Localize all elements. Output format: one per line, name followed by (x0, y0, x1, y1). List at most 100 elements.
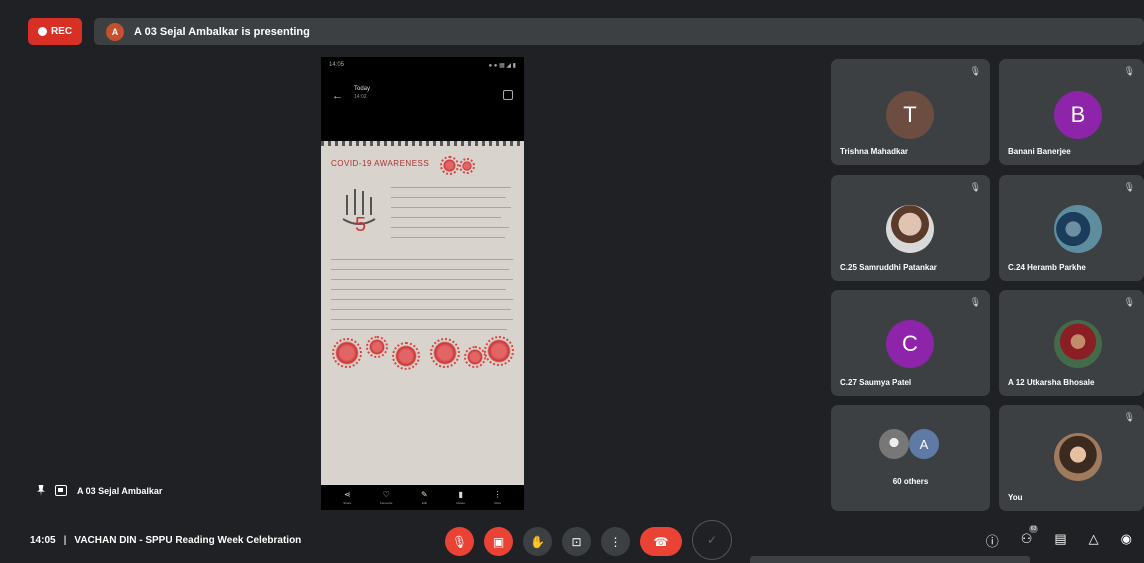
mic-off-icon: 🎙 (969, 66, 981, 76)
hand-icon: ✋ (530, 534, 545, 549)
presenting-banner: A A 03 Sejal Ambalkar is presenting (94, 18, 1144, 45)
top-bar: REC A A 03 Sejal Ambalkar is presenting (22, 16, 1144, 48)
meet-window: REC A A 03 Sejal Ambalkar is presenting … (0, 0, 1144, 563)
text-line (331, 259, 513, 260)
participant-tile-heramb[interactable]: 🎙 C.24 Heramb Parkhe (999, 175, 1144, 281)
participant-tile-you[interactable]: 🎙 You (999, 405, 1144, 511)
info-icon[interactable]: ⓘ (986, 531, 999, 550)
phone-share-action: ⋖ Share (343, 490, 352, 505)
present-icon (55, 485, 67, 496)
presenting-text: A 03 Sejal Ambalkar is presenting (134, 25, 310, 38)
avatar: B (1054, 91, 1102, 139)
phone-header: ← Today 14:02 (321, 82, 524, 112)
virus-drawing (366, 336, 388, 358)
text-line (331, 299, 513, 300)
presenter-name: A 03 Sejal Ambalkar (77, 485, 163, 496)
others-count: 60 others (892, 477, 929, 486)
host-controls-icon[interactable]: ◉ (1121, 531, 1132, 550)
phone-hangup-icon: ☎ (653, 534, 669, 549)
mic-toggle-button[interactable]: 🎙 (445, 527, 474, 556)
raise-hand-button[interactable]: ✋ (523, 527, 552, 556)
check-overlay-button[interactable]: ✓ (692, 520, 732, 560)
phone-favourite-action: ♡ Favourite (379, 490, 393, 505)
meeting-info: 14:05 | VACHAN DIN - SPPU Reading Week C… (30, 535, 301, 546)
mic-off-icon: 🎙 (969, 182, 981, 192)
virus-drawing (459, 158, 475, 174)
text-line (331, 319, 513, 320)
more-vert-icon: ⋮ (493, 490, 502, 499)
phone-action-bar: ⋖ Share ♡ Favourite ✎ Edit ▮ Delete ⋮ More (321, 485, 524, 510)
virus-drawing (392, 342, 420, 370)
participant-tile-utkarsha[interactable]: 🎙 A 12 Utkarsha Bhosale (999, 290, 1144, 396)
participant-name: C.27 Saumya Patel (840, 378, 912, 387)
recording-indicator: REC (28, 18, 82, 45)
text-line (331, 309, 511, 310)
participant-tile-trishna[interactable]: 🎙 T Trishna Mahadkar (831, 59, 990, 165)
mic-off-icon: 🎙 (451, 534, 468, 549)
avatar: C (886, 320, 934, 368)
text-line (331, 329, 507, 330)
participant-name: Trishna Mahadkar (840, 147, 909, 156)
virus-drawing (464, 346, 486, 368)
phone-status-icons: ● ● ▦ ◢ ▮ (488, 63, 516, 69)
participant-name: You (1008, 493, 1023, 502)
mic-off-icon: 🎙 (1123, 412, 1135, 422)
chat-icon[interactable]: ▤ (1054, 531, 1066, 550)
avatar (886, 205, 934, 253)
virus-drawing (484, 336, 514, 366)
svg-text:5: 5 (355, 214, 366, 233)
participant-tile-saumya[interactable]: 🎙 C C.27 Saumya Patel (831, 290, 990, 396)
right-controls: ⓘ ⚇ 63 ▤ △ ◉ (986, 525, 1132, 550)
virus-drawing (440, 156, 459, 175)
phone-edit-action: ✎ Edit (421, 490, 428, 505)
avatar: T (886, 91, 934, 139)
pin-icon[interactable] (37, 485, 45, 496)
leave-call-button[interactable]: ☎ (640, 527, 682, 556)
rec-label: REC (50, 26, 73, 37)
back-arrow-icon: ← (332, 90, 343, 102)
phone-title: Today (354, 86, 371, 92)
participant-name: C.25 Samruddhi Patankar (840, 263, 937, 272)
participant-name: A 12 Utkarsha Bhosale (1008, 378, 1095, 387)
trash-icon: ▮ (458, 490, 463, 499)
people-icon[interactable]: ⚇ 63 (1021, 525, 1039, 550)
more-options-button[interactable]: ⋮ (601, 527, 630, 556)
text-line (391, 197, 506, 198)
others-avatar: A (909, 429, 939, 459)
text-line (391, 217, 501, 218)
phone-subtitle: 14:02 (354, 94, 367, 100)
avatar (1054, 320, 1102, 368)
record-dot-icon (37, 27, 47, 36)
activities-icon[interactable]: △ (1089, 531, 1099, 550)
shared-screen: 14:05 ● ● ▦ ◢ ▮ ← Today 14:02 COVID-19 A… (321, 57, 524, 510)
present-button[interactable]: ⊡ (562, 527, 591, 556)
text-line (391, 227, 509, 228)
participant-tile-others[interactable]: A 60 others (831, 405, 990, 511)
hand-drawing: 5 (342, 189, 376, 233)
camera-toggle-button[interactable]: ▣ (484, 527, 513, 556)
participant-tile-samruddhi[interactable]: 🎙 C.25 Samruddhi Patankar (831, 175, 990, 281)
share-icon: ⋖ (343, 490, 351, 499)
bottom-overlay-bar (750, 556, 1030, 563)
text-line (391, 187, 511, 188)
more-vert-icon: ⋮ (609, 534, 622, 549)
phone-delete-action: ▮ Delete (456, 490, 466, 505)
presenter-avatar: A (106, 22, 124, 41)
presenter-label: A 03 Sejal Ambalkar (37, 485, 162, 496)
mic-off-icon: 🎙 (1123, 297, 1135, 307)
text-line (331, 289, 506, 290)
text-line (391, 207, 511, 208)
avatar (1054, 433, 1102, 481)
others-avatar (879, 429, 909, 459)
participant-tile-banani[interactable]: 🎙 B Banani Banerjee (999, 59, 1144, 165)
mic-off-icon: 🎙 (1123, 182, 1135, 192)
virus-drawing (430, 338, 460, 368)
awareness-poster-image: COVID-19 AWARENESS 5 (321, 141, 524, 485)
participant-name: C.24 Heramb Parkhe (1008, 263, 1086, 272)
heart-icon: ♡ (382, 490, 390, 499)
separator: | (63, 535, 67, 546)
virus-drawing (332, 338, 362, 368)
phone-time: 14:05 (329, 62, 345, 68)
text-line (331, 279, 513, 280)
text-line (391, 237, 505, 238)
